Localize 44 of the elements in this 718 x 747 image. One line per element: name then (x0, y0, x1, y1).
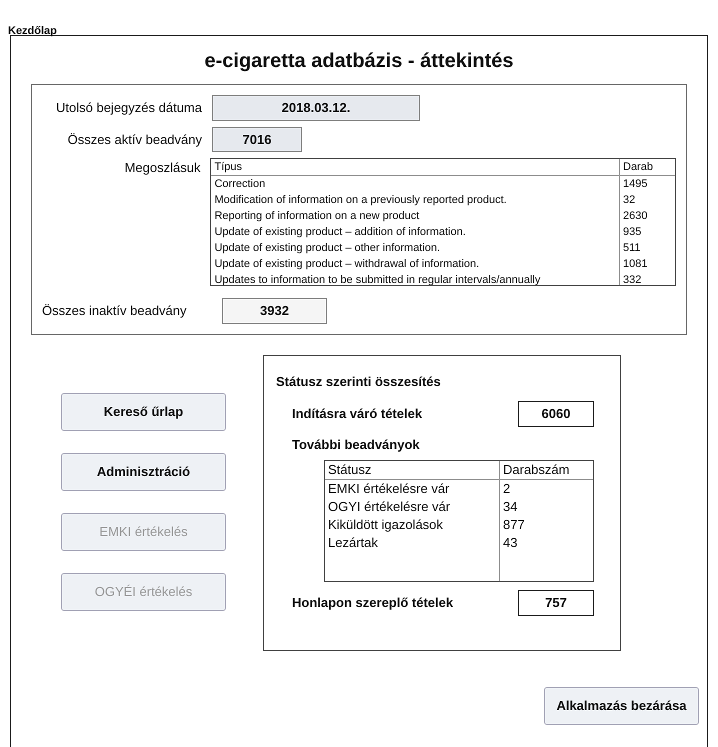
table-cell-text: Updates to information to be submitted in regular intervals/annually (213, 273, 542, 288)
table-cell-text: 1081 (622, 257, 648, 272)
close-app-button[interactable]: Alkalmazás bezárása (544, 686, 699, 724)
field-label: Összes inaktív beadvány (42, 302, 188, 320)
table-cell-text: 877 (502, 516, 526, 534)
value-field: 7016 (212, 126, 302, 152)
table-cell-text: 332 (622, 273, 642, 288)
table-cell-text: Reporting of information on a new product (213, 209, 420, 224)
table-cell-text: Update of existing product – addition of information. (213, 225, 467, 240)
table-cell-text: 2 (502, 480, 512, 498)
section-title: Státusz szerinti összesítés (276, 372, 442, 390)
field-label: Összes aktív beadvány (66, 130, 202, 149)
table-cell-text: Lezártak (327, 534, 379, 552)
field-label: Utolsó bejegyzés dátuma (55, 99, 202, 117)
table-cell-text: 2630 (622, 209, 648, 224)
table-cell-text: Update of existing product – withdrawal of information. (213, 257, 480, 272)
field-label: Honlapon szereplő tételek (292, 594, 454, 612)
table-cell-text: Update of existing product – other information. (213, 241, 442, 256)
nav-button[interactable]: Adminisztráció (61, 452, 226, 490)
table-cell-text: 935 (622, 225, 642, 240)
column-header: Típus (211, 159, 619, 176)
value-field: 3932 (222, 298, 327, 324)
table-cell-text: OGYI értékelésre vár (327, 498, 452, 516)
column-header: Státusz (325, 461, 499, 480)
table-cell-text: Correction (213, 177, 266, 192)
table-cell-text: 34 (502, 498, 518, 516)
table-cell-text: 32 (622, 193, 636, 208)
column-header: Darab (620, 159, 675, 176)
table-cell-text: EMKI értékelésre vár (327, 480, 450, 498)
nav-button[interactable]: Kereső űrlap (61, 392, 226, 430)
table-cell-text: 1495 (622, 177, 648, 192)
table-cell-text: 511 (622, 241, 642, 256)
tab-label[interactable]: Kezdőlap (8, 25, 57, 37)
field-label: Indításra váró tételek (292, 405, 422, 423)
table-cell-text: Modification of information on a previously reported product. (213, 193, 508, 208)
table-cell-text: 43 (502, 534, 518, 552)
column-header: Darabszám (500, 461, 593, 480)
value-field: 2018.03.12. (212, 95, 420, 120)
value-field: 757 (518, 590, 594, 616)
field-label: Megoszlásuk (124, 159, 200, 177)
value-field: 6060 (518, 401, 594, 426)
table-cell-text: Kiküldött igazolások (327, 516, 444, 534)
field-label: További beadványok (291, 436, 421, 454)
form-title: e-cigaretta adatbázis - áttekintés (204, 50, 514, 72)
